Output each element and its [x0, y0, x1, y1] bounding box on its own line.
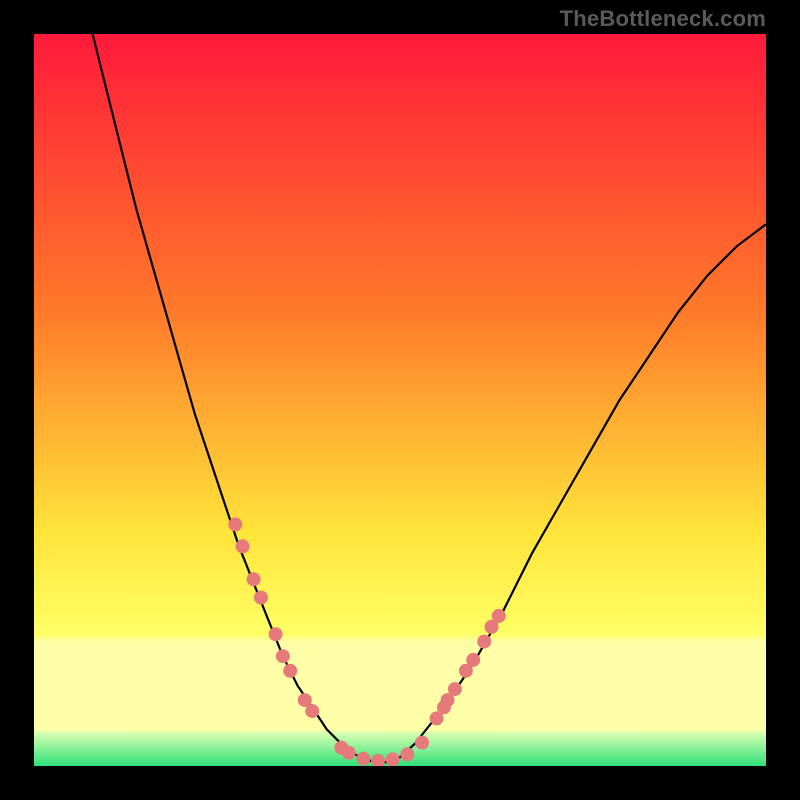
marker-dot [305, 704, 319, 718]
marker-dot [492, 609, 506, 623]
marker-dot [269, 627, 283, 641]
marker-dot [386, 752, 400, 766]
marker-dot [276, 649, 290, 663]
marker-dot [228, 517, 242, 531]
marker-dot [356, 752, 370, 766]
marker-dot [342, 746, 356, 760]
marker-dot [236, 539, 250, 553]
outer-frame: TheBottleneck.com [0, 0, 800, 800]
watermark-text: TheBottleneck.com [560, 6, 766, 32]
marker-dot [466, 653, 480, 667]
marker-dot [477, 635, 491, 649]
marker-dot [254, 591, 268, 605]
marker-dot [283, 664, 297, 678]
marker-dot [415, 736, 429, 750]
marker-dot [400, 747, 414, 761]
chart-svg [34, 34, 766, 766]
marker-dot [441, 693, 455, 707]
plot-area [34, 34, 766, 766]
marker-dot [247, 572, 261, 586]
